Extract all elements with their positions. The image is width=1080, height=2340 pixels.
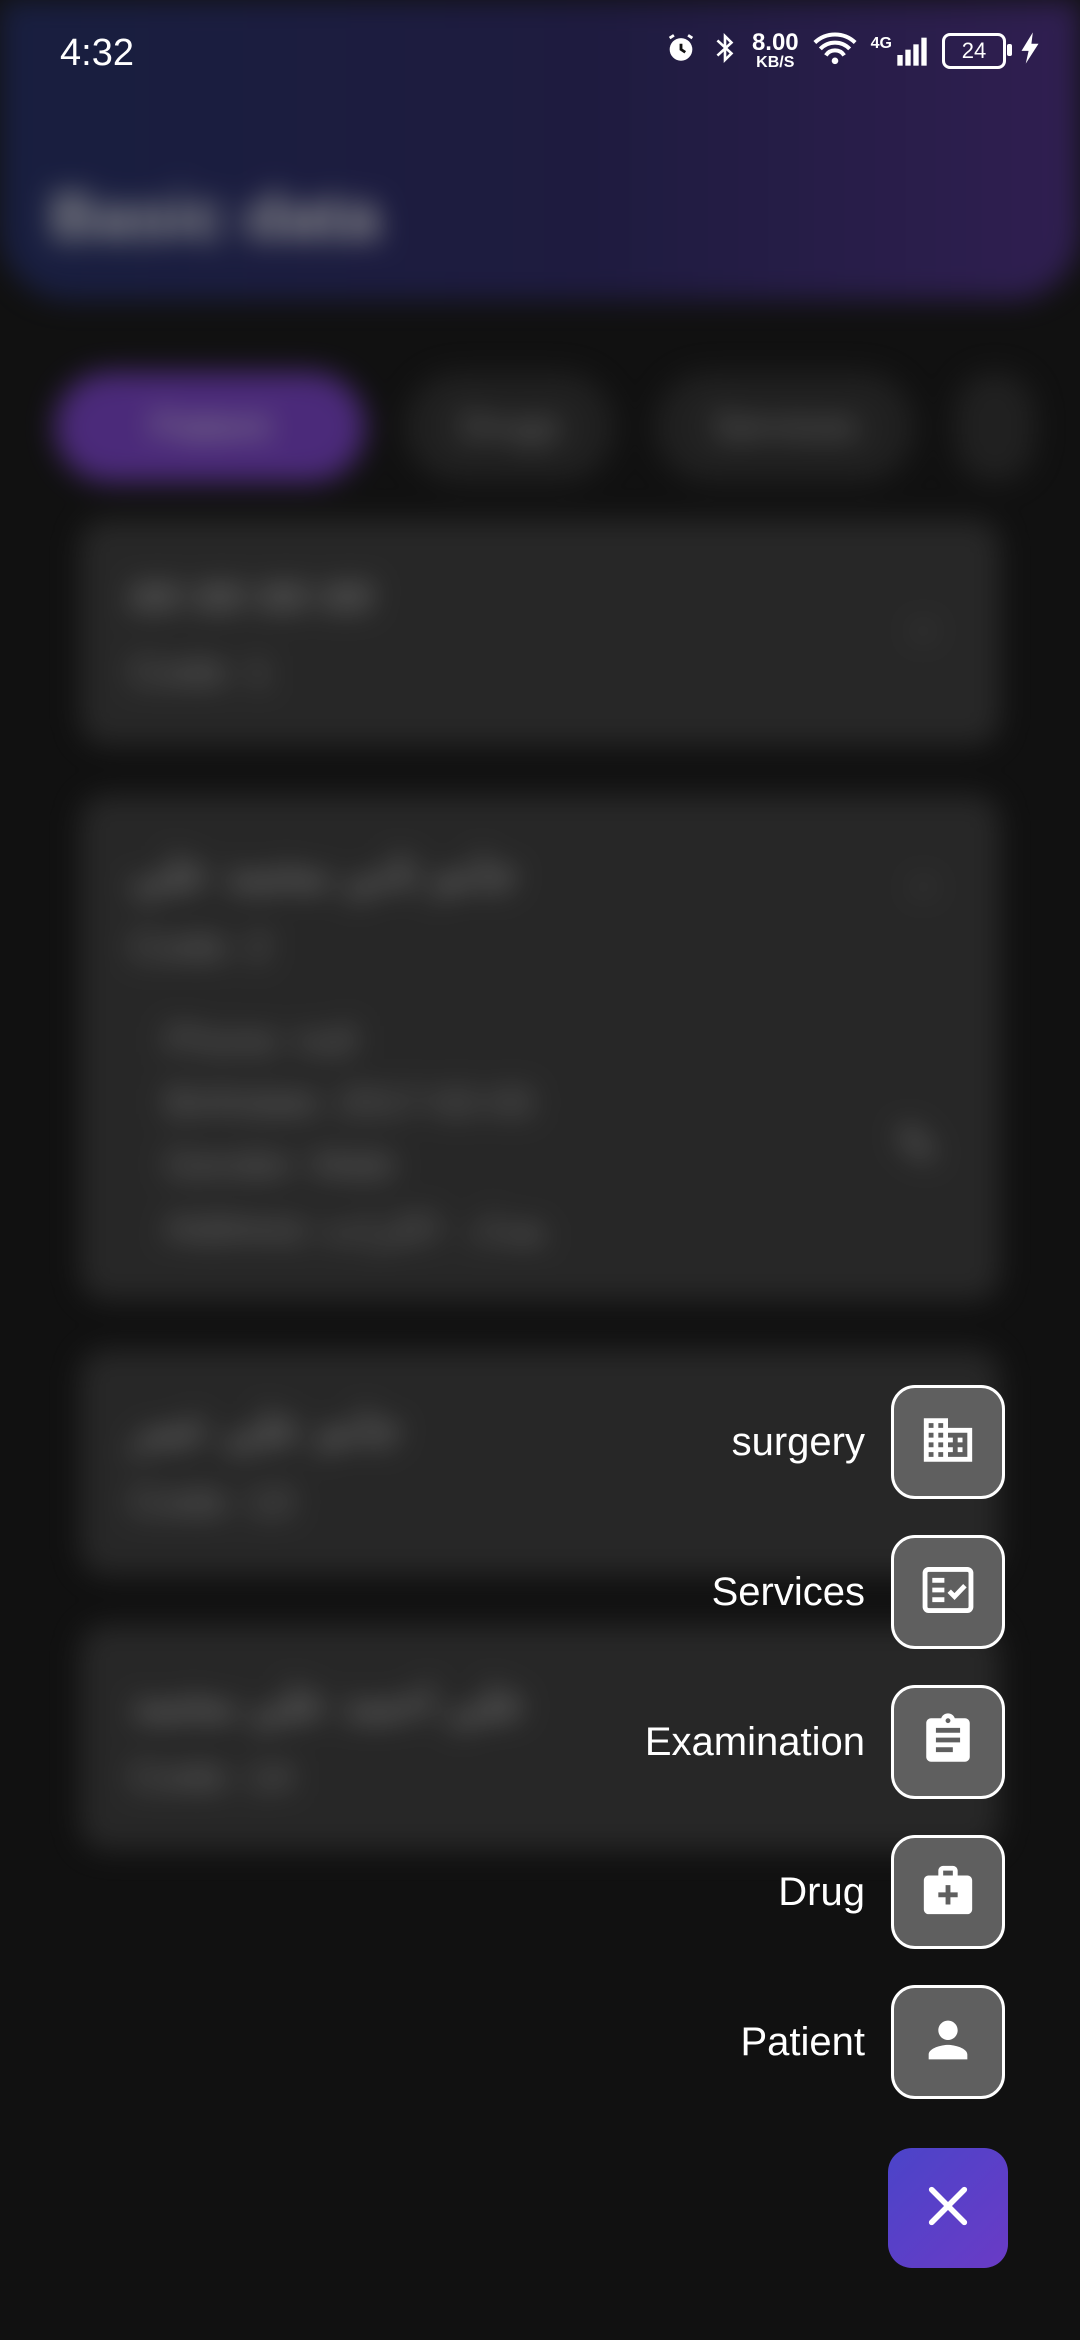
checklist-icon (919, 1561, 977, 1624)
speed-dial-label[interactable]: Services (712, 1570, 865, 1615)
card-code: Code: 13 (130, 1480, 293, 1524)
charging-icon (1020, 31, 1040, 70)
status-icons: 8.00 KB/S 4G 24 (664, 30, 1040, 71)
card-code: Code: 14 (130, 1755, 293, 1799)
chip-patient: Patient (55, 372, 365, 482)
speed-dial-label[interactable]: Drug (778, 1870, 865, 1915)
close-icon (920, 2178, 976, 2239)
clipboard-icon (919, 1711, 977, 1774)
chip-more (955, 372, 1035, 482)
chevron-down-icon: ⌄ (906, 601, 940, 645)
card-birthdate: Birthdate: 2017-02-03 (165, 1082, 533, 1124)
card-gender: Gender: Male (165, 1144, 396, 1186)
close-speed-dial-button[interactable] (888, 2148, 1008, 2268)
chip-drugs: Drugs (405, 372, 615, 482)
patient-button[interactable] (891, 1985, 1005, 2099)
card-address: Address: بغداد - الكرادة (165, 1208, 548, 1250)
edit-icon: ✎ (894, 1117, 940, 1177)
speed-dial-label[interactable]: Examination (645, 1720, 865, 1765)
card-code: Code: 1 (130, 650, 271, 694)
speed-dial-examination[interactable]: Examination (645, 1685, 1005, 1799)
speed-dial-label[interactable]: surgery (732, 1420, 865, 1465)
status-time: 4:32 (60, 32, 134, 74)
cell-signal-icon: 4G (871, 35, 928, 67)
drug-button[interactable] (891, 1835, 1005, 1949)
network-speed: 8.00 KB/S (751, 28, 799, 71)
card-name: جانم علي عمر (130, 1401, 402, 1453)
list-item: ## ## ## ## Code: 1 ⌄ (80, 520, 1000, 745)
card-phone: Phone: null (165, 1020, 356, 1062)
person-icon (919, 2011, 977, 2074)
speed-dial-surgery[interactable]: surgery (732, 1385, 1005, 1499)
status-bar: 4:32 8.00 KB/S 4G 24 (0, 0, 1080, 110)
card-name: علي احمد علي محمد (130, 1676, 528, 1728)
speed-dial-label[interactable]: Patient (740, 2020, 865, 2065)
battery-icon: 24 (942, 32, 1012, 69)
building-icon (919, 1411, 977, 1474)
page-title: Basic data (50, 179, 381, 253)
speed-dial-services[interactable]: Services (712, 1535, 1005, 1649)
card-code: Code: 2 (130, 925, 271, 969)
medical-bag-icon (919, 1861, 977, 1924)
chip-services: Services (655, 372, 915, 482)
filter-chips: Patient Drugs Services (55, 372, 1035, 482)
speed-dial-patient[interactable]: Patient (740, 1985, 1005, 2099)
wifi-icon (813, 31, 857, 70)
bluetooth-icon (712, 30, 738, 71)
card-name: جانم ثاني محمد علي (130, 846, 519, 898)
chevron-up-icon: ⌃ (906, 876, 940, 920)
alarm-icon (664, 31, 698, 70)
card-name: ## ## ## ## (130, 571, 374, 623)
speed-dial-drug[interactable]: Drug (778, 1835, 1005, 1949)
examination-button[interactable] (891, 1685, 1005, 1799)
services-button[interactable] (891, 1535, 1005, 1649)
surgery-button[interactable] (891, 1385, 1005, 1499)
list-item: جانم ثاني محمد علي Code: 2 ⌃ Phone: null… (80, 795, 1000, 1300)
